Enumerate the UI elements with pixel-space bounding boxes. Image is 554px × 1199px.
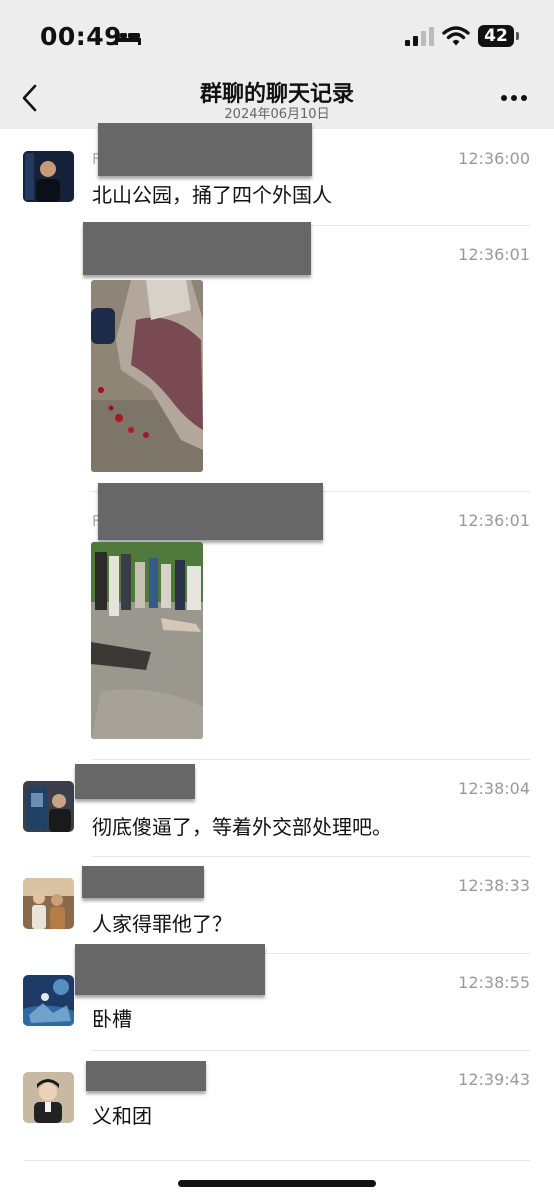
divider [24,1160,530,1161]
home-indicator[interactable] [178,1180,376,1187]
redaction-block [86,1061,206,1091]
message-time: 12:36:00 [458,149,530,168]
redaction-block [82,866,204,898]
battery-icon: 42 [478,25,514,47]
message-text: 卧槽 [92,1007,132,1031]
wifi-icon [442,26,470,46]
message-time: 12:39:43 [458,1070,530,1089]
redaction-block [75,764,195,799]
message-photo[interactable] [91,542,203,739]
message-text: 北山公园，捅了四个外国人 [92,183,332,207]
message-time: 12:36:01 [458,245,530,264]
message-item[interactable]: 12:38:55 卧槽 [0,944,554,1049]
photo-injured-person [91,280,203,472]
avatar[interactable] [23,878,74,929]
message-time: 12:36:01 [458,511,530,530]
message-text: 彻底傻逼了，等着外交部处理吧。 [92,815,392,839]
message-time: 12:38:04 [458,779,530,798]
signal-icon [405,27,434,46]
avatar[interactable] [23,781,74,832]
redaction-block [75,944,265,995]
bed-icon [115,30,141,45]
message-item[interactable]: F 12:36:01 [0,483,554,758]
avatar-icon [23,1072,74,1123]
avatar-icon [23,781,74,832]
message-text: 人家得罪他了？ [92,912,232,936]
more-icon[interactable] [500,94,528,102]
page-subtitle: 2024年06月10日 [224,107,330,122]
message-item[interactable]: 12:39:43 义和团 [0,1051,554,1151]
message-text: 义和团 [92,1104,152,1128]
avatar-icon [23,878,74,929]
status-time: 00:49 [40,22,123,51]
redaction-block [98,123,312,176]
avatar-icon [23,151,74,202]
battery-nub [516,32,519,40]
redaction-block [83,222,311,275]
avatar[interactable] [23,151,74,202]
message-item[interactable]: 12:36:01 [0,222,554,486]
message-item[interactable]: F 12:36:00 北山公园，捅了四个外国人 [0,123,554,220]
message-photo[interactable] [91,280,203,472]
message-time: 12:38:33 [458,876,530,895]
chat-history-screen: 00:49 42 群聊的聊天记录 2024年06月10日 F 12:36:00 … [0,0,554,1199]
message-time: 12:38:55 [458,973,530,992]
message-item[interactable]: 12:38:33 人家得罪他了？ [0,857,554,952]
avatar-icon [23,975,74,1026]
photo-park-crowd [91,542,203,739]
avatar[interactable] [23,1072,74,1123]
top-bar: 00:49 42 群聊的聊天记录 2024年06月10日 [0,0,554,129]
avatar[interactable] [23,975,74,1026]
message-item[interactable]: 12:38:04 彻底傻逼了，等着外交部处理吧。 [0,760,554,855]
redaction-block [98,483,323,540]
